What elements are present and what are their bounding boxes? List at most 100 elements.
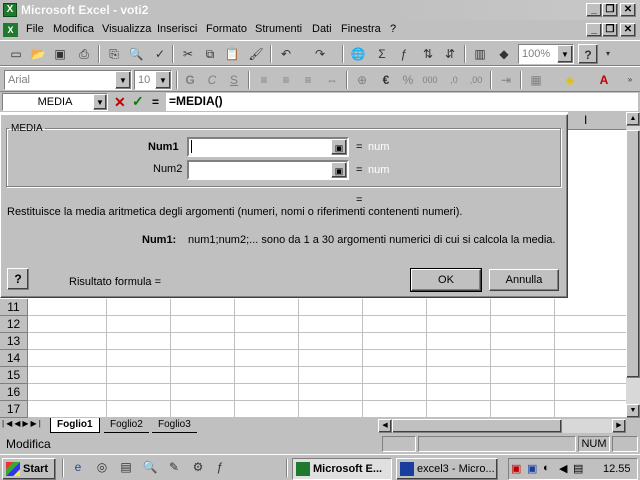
copy-icon[interactable]: ⧉ xyxy=(200,44,220,64)
open-icon[interactable]: 📂 xyxy=(28,44,48,64)
scroll-up-icon[interactable]: ▲ xyxy=(626,112,640,126)
format-painter-icon[interactable]: 🖌 xyxy=(246,44,266,64)
tab-scroll-icon[interactable]: |◀◀▶▶| xyxy=(2,419,43,428)
print-preview-icon[interactable]: ⎘ xyxy=(104,44,124,64)
desktop-icon[interactable]: ▤ xyxy=(116,457,136,477)
excel-app-icon[interactable]: X xyxy=(3,3,17,17)
explorer-icon[interactable]: 🔍 xyxy=(140,457,160,477)
menu-finestra[interactable]: Finestra xyxy=(341,23,381,35)
cut-icon[interactable]: ✂ xyxy=(178,44,198,64)
drawing-icon[interactable]: ◆ xyxy=(494,44,514,64)
menu-strumenti[interactable]: Strumenti xyxy=(255,23,302,35)
menu-help[interactable]: ? xyxy=(390,23,396,35)
tray-icon[interactable]: ▣ xyxy=(527,462,537,475)
internet-explorer-icon[interactable]: e xyxy=(68,457,88,477)
euro-icon[interactable]: € xyxy=(376,70,396,90)
tray-icon[interactable]: ▣ xyxy=(511,462,521,475)
name-box[interactable]: MEDIA ▼ xyxy=(2,93,108,111)
tray-icon[interactable]: ◐ xyxy=(543,462,550,474)
start-button[interactable]: Start xyxy=(2,458,56,480)
decrease-decimal-icon[interactable]: ,00 xyxy=(466,70,486,90)
task-excel[interactable]: Microsoft E... xyxy=(292,458,392,480)
column-header[interactable]: I xyxy=(568,112,626,130)
tools-icon[interactable]: ⚙ xyxy=(188,457,208,477)
menu-formato[interactable]: Formato xyxy=(206,23,247,35)
clock[interactable]: 12.55 xyxy=(603,463,631,475)
restore-button[interactable]: ❐ xyxy=(602,3,618,17)
row-header[interactable]: 14 xyxy=(0,350,28,367)
scroll-thumb[interactable] xyxy=(392,419,562,433)
scroll-thumb[interactable] xyxy=(626,130,640,378)
fill-color-icon[interactable]: ◈ xyxy=(560,70,580,90)
collapse-dialog-icon[interactable]: ▣ xyxy=(331,139,347,155)
align-right-icon[interactable]: ≡ xyxy=(298,70,318,90)
menu-modifica[interactable]: Modifica xyxy=(53,23,94,35)
close-button[interactable]: ✕ xyxy=(620,3,636,17)
tab-foglio1[interactable]: Foglio1 xyxy=(50,418,100,433)
more-buttons-icon[interactable]: ▾ xyxy=(598,44,618,64)
row-header[interactable]: 11 xyxy=(0,299,28,316)
enter-icon[interactable]: ✓ xyxy=(132,93,144,110)
new-icon[interactable]: ▭ xyxy=(6,44,26,64)
ok-button[interactable]: OK xyxy=(410,268,482,292)
formula-input[interactable]: =MEDIA() xyxy=(166,93,638,111)
undo-icon[interactable]: ↶ xyxy=(276,44,296,64)
chevron-down-icon[interactable]: ▼ xyxy=(93,94,107,110)
paste-icon[interactable]: 📋 xyxy=(222,44,242,64)
tab-foglio3[interactable]: Foglio3 xyxy=(152,418,197,433)
chevron-down-icon[interactable]: ▼ xyxy=(557,45,573,63)
menu-inserisci[interactable]: Inserisci xyxy=(157,23,197,35)
borders-icon[interactable]: ▦ xyxy=(526,70,546,90)
task-excel3[interactable]: excel3 - Micro... xyxy=(396,458,498,480)
more-buttons-icon[interactable]: » xyxy=(620,70,640,90)
bold-icon[interactable]: G xyxy=(180,70,200,90)
row-header[interactable]: 13 xyxy=(0,333,28,350)
thousands-icon[interactable]: 000 xyxy=(420,70,440,90)
chevron-down-icon[interactable]: ▼ xyxy=(115,71,131,89)
function-icon[interactable]: ƒ xyxy=(394,44,414,64)
tray-icon[interactable]: ▤ xyxy=(573,462,583,475)
doc-close-button[interactable]: ✕ xyxy=(620,23,636,37)
row-header[interactable]: 15 xyxy=(0,367,28,384)
cancel-button[interactable]: Annulla xyxy=(489,269,559,291)
sort-descending-icon[interactable]: ⇵ xyxy=(440,44,460,64)
tab-foglio2[interactable]: Foglio2 xyxy=(104,418,149,433)
font-color-icon[interactable]: A xyxy=(594,70,614,90)
quick-launch-icon[interactable]: ƒ xyxy=(210,457,230,477)
percent-icon[interactable]: % xyxy=(398,70,418,90)
vertical-scrollbar[interactable]: ▲ ▼ xyxy=(626,112,640,418)
align-center-icon[interactable]: ≡ xyxy=(276,70,296,90)
increase-decimal-icon[interactable]: ,0 xyxy=(444,70,464,90)
menu-dati[interactable]: Dati xyxy=(312,23,332,35)
spellcheck-icon[interactable]: ✓ xyxy=(150,44,170,64)
help-icon[interactable]: ? xyxy=(578,44,598,64)
print-icon[interactable]: ⎙ xyxy=(74,44,94,64)
sort-ascending-icon[interactable]: ⇅ xyxy=(418,44,438,64)
merge-center-icon[interactable]: ⇔ xyxy=(322,70,342,90)
menu-visualizza[interactable]: Visualizza xyxy=(102,23,151,35)
edit-formula-button[interactable]: = xyxy=(152,95,159,109)
notepad-icon[interactable]: ✎ xyxy=(164,457,184,477)
volume-icon[interactable]: ◀ xyxy=(559,462,567,475)
preview-icon[interactable]: 🔍 xyxy=(126,44,146,64)
minimize-button[interactable]: _ xyxy=(586,3,602,17)
hyperlink-icon[interactable]: 🌐 xyxy=(348,44,368,64)
underline-icon[interactable]: S xyxy=(224,70,244,90)
scroll-right-icon[interactable]: ▶ xyxy=(612,419,626,433)
align-left-icon[interactable]: ≡ xyxy=(254,70,274,90)
scroll-left-icon[interactable]: ◀ xyxy=(378,419,392,433)
row-header[interactable]: 16 xyxy=(0,384,28,401)
help-icon[interactable]: ? xyxy=(7,268,29,290)
chart-wizard-icon[interactable]: ▥ xyxy=(470,44,490,64)
indent-icon[interactable]: ⇥ xyxy=(496,70,516,90)
num2-input[interactable]: ▣ xyxy=(187,160,349,180)
row-header[interactable]: 12 xyxy=(0,316,28,333)
doc-minimize-button[interactable]: _ xyxy=(586,23,602,37)
redo-icon[interactable]: ↷ xyxy=(310,44,330,64)
row-header[interactable]: 17 xyxy=(0,401,28,418)
workbook-icon[interactable]: X xyxy=(3,23,18,37)
scroll-down-icon[interactable]: ▼ xyxy=(626,404,640,418)
num1-input[interactable]: ▣ xyxy=(187,137,349,157)
outlook-icon[interactable]: ◎ xyxy=(92,457,112,477)
chevron-down-icon[interactable]: ▼ xyxy=(155,71,171,89)
